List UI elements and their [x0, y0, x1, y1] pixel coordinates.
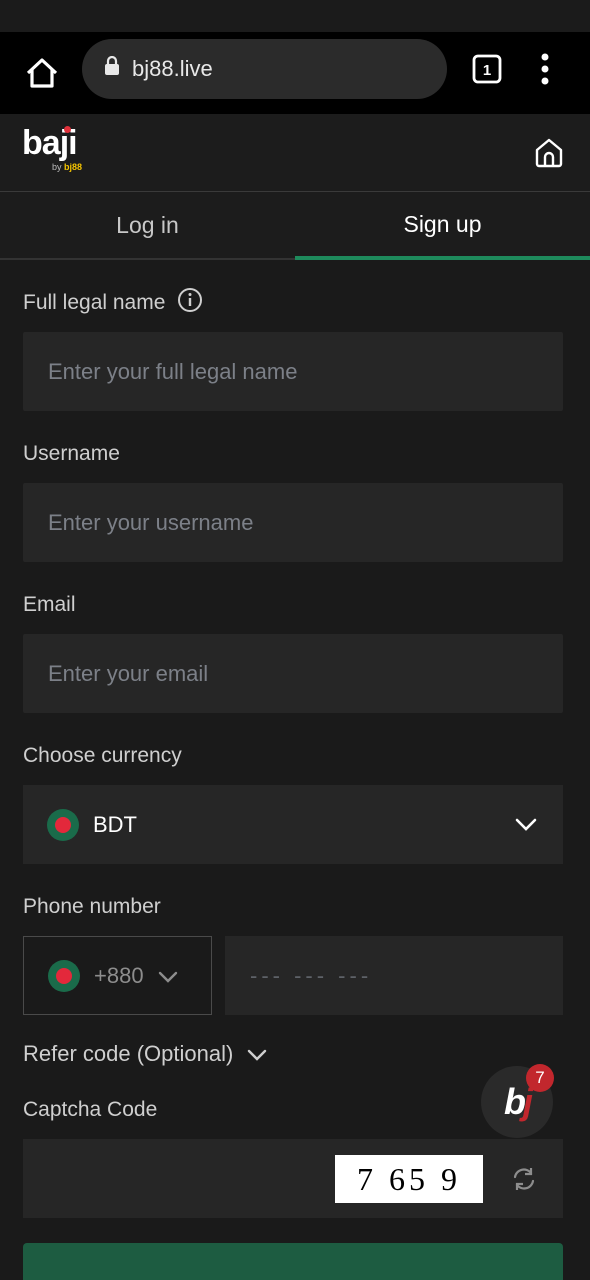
notification-badge: 7 — [526, 1064, 554, 1092]
tab-switcher-button[interactable]: 1 — [472, 54, 502, 84]
currency-label: Choose currency — [23, 744, 182, 767]
refer-code-toggle[interactable]: Refer code (Optional) — [23, 1041, 563, 1067]
email-input[interactable]: Enter your email — [23, 634, 563, 713]
browser-home-icon[interactable] — [22, 53, 62, 93]
currency-value: BDT — [93, 811, 137, 837]
bangladesh-flag-icon — [47, 808, 79, 841]
chevron-down-icon — [515, 812, 537, 838]
full-name-input[interactable]: Enter your full legal name — [23, 332, 563, 411]
captcha-input[interactable]: 7 65 9 — [23, 1139, 563, 1218]
tab-count: 1 — [483, 62, 491, 79]
logo-text: baji — [22, 124, 78, 162]
status-bar — [0, 0, 590, 32]
username-label: Username — [23, 442, 120, 465]
phone-row: +880 --- --- --- — [23, 936, 563, 1015]
full-name-label: Full legal name — [23, 287, 563, 319]
url-text: bj88.live — [132, 56, 213, 81]
site-home-icon[interactable] — [532, 136, 566, 170]
full-name-label-text: Full legal name — [23, 291, 166, 314]
phone-input[interactable]: --- --- --- — [225, 936, 563, 1015]
baji-logo[interactable]: baji by bj88 — [22, 124, 82, 172]
chevron-down-icon — [247, 1041, 267, 1067]
site-header: baji by bj88 — [0, 114, 590, 192]
more-menu-icon[interactable] — [534, 52, 556, 86]
country-code-select[interactable]: +880 — [23, 936, 212, 1015]
logo-subtext: by bj88 — [52, 162, 83, 172]
chevron-down-icon — [158, 963, 178, 989]
auth-tabs: Log in Sign up — [0, 192, 590, 260]
country-code-value: +880 — [94, 962, 144, 988]
browser-toolbar: bj88.live 1 — [0, 32, 590, 114]
lock-icon — [104, 55, 120, 82]
email-label: Email — [23, 593, 76, 616]
currency-select[interactable]: BDT — [23, 785, 563, 864]
refresh-icon[interactable] — [511, 1166, 537, 1192]
address-bar[interactable]: bj88.live — [82, 39, 447, 99]
bangladesh-flag-icon — [48, 959, 80, 992]
username-input[interactable]: Enter your username — [23, 483, 563, 562]
tab-login[interactable]: Log in — [0, 192, 295, 258]
info-icon[interactable] — [177, 287, 203, 319]
captcha-image: 7 65 9 — [335, 1155, 483, 1203]
refer-code-label: Refer code (Optional) — [23, 1041, 234, 1066]
submit-button[interactable] — [23, 1243, 563, 1280]
tab-signup[interactable]: Sign up — [295, 192, 590, 260]
chat-widget-button[interactable]: bj 7 — [481, 1064, 554, 1138]
bj-logo-icon: bj — [503, 1081, 533, 1122]
phone-label: Phone number — [23, 895, 161, 918]
